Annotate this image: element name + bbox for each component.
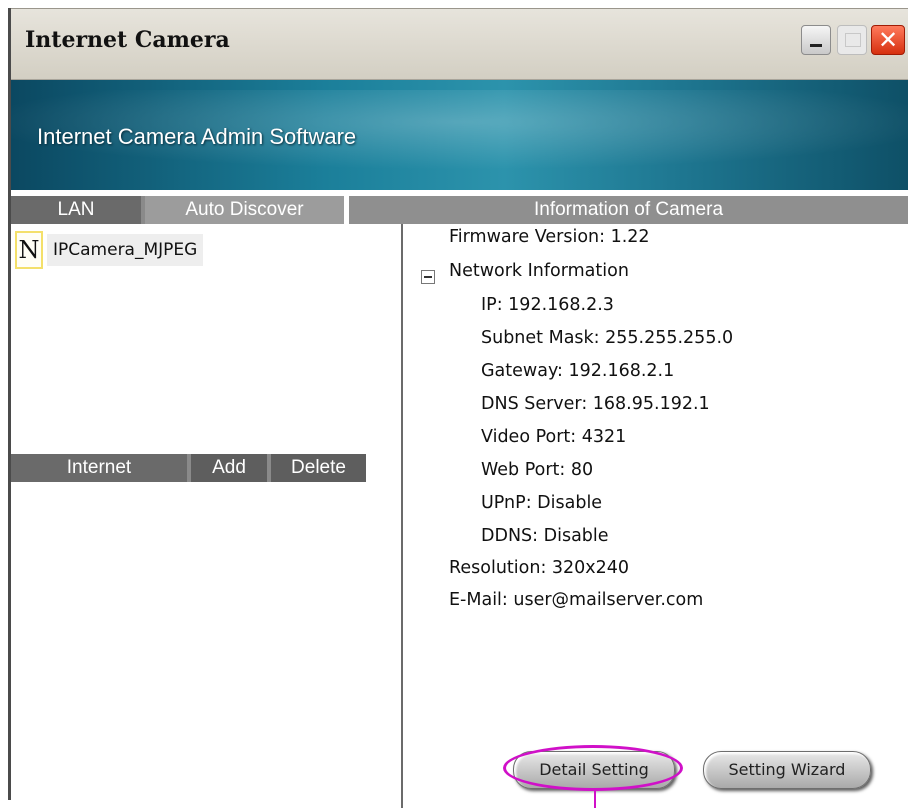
lan-tab[interactable]: LAN <box>11 196 141 224</box>
close-button[interactable]: ✕ <box>871 25 905 55</box>
network-upnp: UPnP: Disable <box>481 493 603 513</box>
setting-wizard-button[interactable]: Setting Wizard <box>703 751 871 789</box>
window-title: Internet Camera <box>25 27 230 53</box>
internet-tab[interactable]: Internet <box>11 454 187 482</box>
network-video-port: Video Port: 4321 <box>481 427 627 447</box>
highlight-ring <box>503 745 683 791</box>
email: E-Mail: user@mailserver.com <box>449 590 704 610</box>
info-panel-title: Information of Camera <box>533 199 724 220</box>
network-gateway: Gateway: 192.168.2.1 <box>481 361 675 381</box>
auto-discover-label: Auto Discover <box>185 199 304 220</box>
camera-n-icon: N <box>15 231 43 269</box>
resolution: Resolution: 320x240 <box>449 558 630 578</box>
network-ddns: DDNS: Disable <box>481 526 609 546</box>
camera-name: IPCamera_MJPEG <box>47 234 204 266</box>
title-bar[interactable]: Internet Camera ✕ <box>11 8 908 80</box>
add-button-label: Add <box>212 457 246 478</box>
auto-discover-button[interactable]: Auto Discover <box>145 196 344 224</box>
add-button[interactable]: Add <box>191 454 267 482</box>
maximize-button[interactable] <box>837 25 867 55</box>
network-subnet-mask: Subnet Mask: 255.255.255.0 <box>481 328 734 348</box>
internet-tab-bar: Internet Add Delete <box>11 454 366 482</box>
lan-tab-label: LAN <box>57 199 95 220</box>
banner-title: Internet Camera Admin Software <box>37 124 357 149</box>
panel-divider[interactable] <box>401 224 403 808</box>
camera-list-item[interactable]: N IPCamera_MJPEG <box>15 229 204 271</box>
delete-button[interactable]: Delete <box>271 454 366 482</box>
minimize-button[interactable] <box>801 25 831 55</box>
app-window: Internet Camera ✕ Internet Camera Admin … <box>8 8 908 808</box>
firmware-version: Firmware Version: 1.22 <box>449 227 650 247</box>
internet-tab-label: Internet <box>66 457 132 478</box>
network-web-port: Web Port: 80 <box>481 460 594 480</box>
network-dns-server: DNS Server: 168.95.192.1 <box>481 394 710 414</box>
app-banner: Internet Camera Admin Software <box>11 80 908 190</box>
setting-wizard-label: Setting Wizard <box>728 760 846 779</box>
network-ip: IP: 192.168.2.3 <box>481 295 614 315</box>
info-panel-header: Information of Camera <box>349 196 908 224</box>
lan-tab-bar: LAN Auto Discover <box>11 196 344 224</box>
network-information-node[interactable]: Network Information <box>449 261 629 281</box>
collapse-network-icon[interactable] <box>421 270 435 284</box>
delete-button-label: Delete <box>291 457 346 478</box>
